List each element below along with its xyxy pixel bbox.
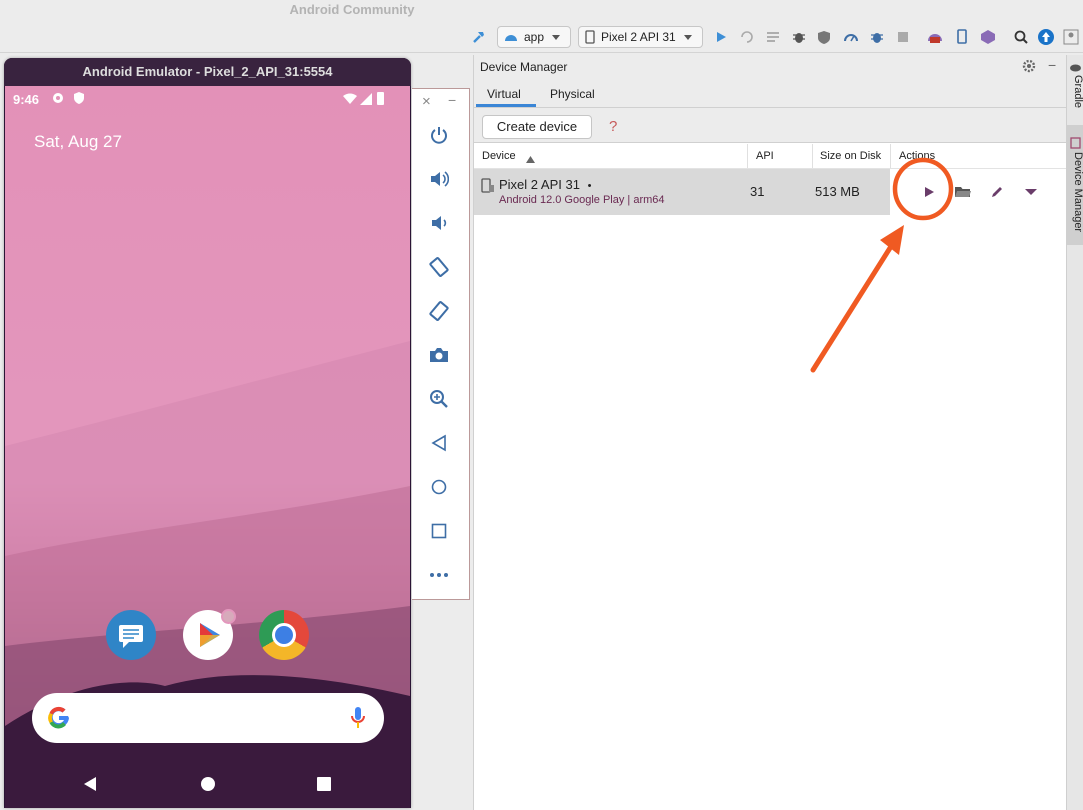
volume-down-icon[interactable] bbox=[428, 212, 450, 234]
tab-virtual[interactable]: Virtual bbox=[487, 87, 521, 101]
camera-icon[interactable] bbox=[428, 344, 450, 366]
run-config-label: app bbox=[524, 30, 545, 44]
device-manager-tabs: Virtual Physical bbox=[474, 79, 1067, 108]
panel-close-button[interactable]: × bbox=[422, 93, 431, 110]
device-subtitle: Android 12.0 Google Play | arm64 bbox=[499, 194, 665, 206]
power-icon[interactable] bbox=[428, 124, 450, 146]
device-size: 513 MB bbox=[815, 184, 860, 199]
stop-icon[interactable] bbox=[894, 28, 912, 46]
play-store-app-icon[interactable] bbox=[183, 609, 236, 660]
device-name: Pixel 2 API 31 • bbox=[499, 177, 591, 192]
apply-changes-icon[interactable] bbox=[738, 28, 756, 46]
emulator-title: Android Emulator - Pixel_2_API_31:5554 bbox=[4, 58, 411, 86]
run-config-select[interactable]: app bbox=[497, 26, 571, 48]
gradle-tab[interactable]: Gradle bbox=[1067, 75, 1083, 108]
tab-physical[interactable]: Physical bbox=[550, 87, 595, 101]
device-name-text: Pixel 2 API 31 bbox=[499, 177, 580, 192]
edit-device-button[interactable] bbox=[988, 183, 1006, 201]
gear-icon[interactable] bbox=[1022, 59, 1036, 76]
status-bar: 9:46 bbox=[5, 86, 410, 114]
gradle-icon bbox=[1069, 61, 1082, 75]
attach-debugger-icon[interactable] bbox=[868, 28, 886, 46]
device-manager-tab-icon bbox=[1070, 137, 1081, 152]
overview-icon[interactable] bbox=[428, 520, 450, 542]
avd-manager-icon[interactable] bbox=[926, 28, 944, 46]
update-icon[interactable] bbox=[1037, 28, 1055, 46]
run-icon[interactable] bbox=[712, 28, 730, 46]
panel-minimize-button[interactable]: − bbox=[448, 92, 456, 108]
google-search-bar[interactable] bbox=[32, 693, 384, 743]
profile-icon[interactable] bbox=[842, 28, 860, 46]
help-icon[interactable]: ? bbox=[609, 118, 617, 135]
messages-app-icon[interactable] bbox=[106, 610, 156, 660]
emulator-control-panel: × − bbox=[412, 88, 470, 600]
main-toolbar: Android Community app Pixel 2 API 31 bbox=[0, 0, 1083, 53]
back-icon[interactable] bbox=[428, 432, 450, 454]
coverage-icon[interactable] bbox=[815, 28, 833, 46]
shield-icon bbox=[73, 91, 85, 108]
volume-up-icon[interactable] bbox=[428, 168, 450, 190]
google-g-icon bbox=[48, 706, 69, 729]
hide-panel-icon[interactable]: − bbox=[1048, 57, 1056, 73]
column-device[interactable]: Device bbox=[482, 150, 516, 162]
device-select-label: Pixel 2 API 31 bbox=[601, 30, 676, 44]
phone-icon bbox=[585, 30, 595, 44]
account-icon[interactable] bbox=[1062, 28, 1080, 46]
phone-screen[interactable]: 9:46 Sat, Aug 27 bbox=[5, 86, 410, 808]
device-status-marker: • bbox=[587, 180, 592, 192]
search-icon[interactable] bbox=[1012, 28, 1030, 46]
sdk-manager-icon[interactable] bbox=[979, 28, 997, 46]
android-icon bbox=[505, 35, 517, 41]
signal-icon bbox=[360, 93, 372, 108]
settings-gear-icon bbox=[51, 91, 65, 108]
zoom-icon[interactable] bbox=[428, 388, 450, 410]
device-manager-toolbar: Create device ? bbox=[474, 108, 1067, 143]
apply-code-icon[interactable] bbox=[764, 28, 782, 46]
emulator-window: Android Emulator - Pixel_2_API_31:5554 9… bbox=[4, 58, 411, 808]
microphone-icon[interactable] bbox=[350, 705, 366, 731]
nav-back-button[interactable] bbox=[83, 776, 97, 795]
chevron-down-icon bbox=[1025, 189, 1037, 195]
launch-button[interactable] bbox=[920, 183, 938, 201]
home-date: Sat, Aug 27 bbox=[34, 132, 122, 151]
column-api[interactable]: API bbox=[756, 150, 774, 162]
device-file-icon[interactable] bbox=[953, 28, 971, 46]
hammer-icon[interactable] bbox=[470, 28, 488, 46]
tab-selected-indicator bbox=[476, 104, 536, 107]
chevron-down-icon bbox=[552, 34, 561, 40]
chevron-down-icon bbox=[683, 34, 692, 40]
device-select[interactable]: Pixel 2 API 31 bbox=[578, 26, 703, 48]
more-actions-button[interactable] bbox=[1022, 183, 1040, 201]
column-size[interactable]: Size on Disk bbox=[820, 150, 881, 162]
device-row[interactable]: Pixel 2 API 31 • Android 12.0 Google Pla… bbox=[474, 169, 1067, 215]
nav-home-button[interactable] bbox=[200, 776, 216, 795]
device-manager-title: Device Manager bbox=[480, 60, 568, 74]
phone-device-icon bbox=[481, 178, 495, 197]
device-api: 31 bbox=[750, 184, 765, 199]
battery-icon bbox=[377, 91, 384, 108]
create-device-button[interactable]: Create device bbox=[482, 115, 592, 139]
open-folder-button[interactable] bbox=[954, 183, 972, 201]
column-actions: Actions bbox=[899, 150, 936, 162]
nav-overview-button[interactable] bbox=[316, 776, 332, 795]
pencil-icon bbox=[992, 187, 1002, 197]
right-tool-strip: Gradle Device Manager bbox=[1066, 55, 1083, 810]
more-icon[interactable] bbox=[428, 564, 450, 586]
play-icon bbox=[925, 187, 934, 197]
chrome-app-icon[interactable] bbox=[259, 610, 309, 660]
device-manager-panel: Device Manager − Virtual Physical Create… bbox=[473, 55, 1067, 810]
status-time: 9:46 bbox=[13, 92, 40, 107]
device-manager-header: Device Manager − bbox=[474, 55, 1067, 79]
window-title: Android Community bbox=[289, 2, 415, 17]
wifi-icon bbox=[343, 93, 357, 108]
rotate-left-icon[interactable] bbox=[428, 256, 450, 278]
folder-icon bbox=[955, 187, 971, 197]
device-table-header: Device API Size on Disk Actions bbox=[474, 144, 1067, 169]
rotate-right-icon[interactable] bbox=[428, 300, 450, 322]
home-icon[interactable] bbox=[428, 476, 450, 498]
debug-icon[interactable] bbox=[790, 28, 808, 46]
sort-ascending-icon[interactable] bbox=[526, 152, 535, 166]
notification-dot bbox=[221, 609, 236, 624]
device-manager-tab[interactable]: Device Manager bbox=[1067, 152, 1083, 232]
